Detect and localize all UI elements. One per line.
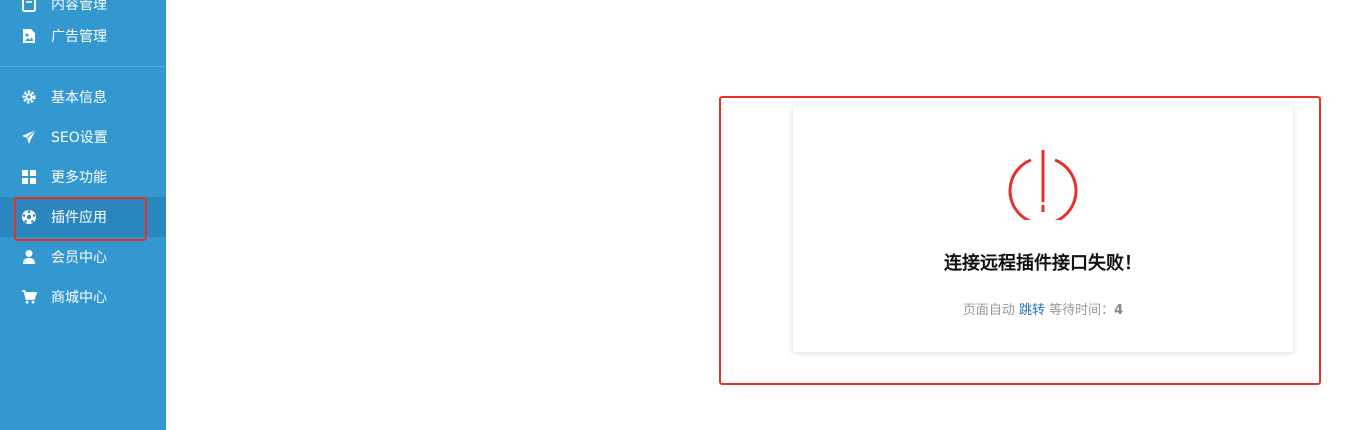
redirect-info: 页面自动 跳转 等待时间：4 — [793, 299, 1293, 318]
gear-icon — [20, 88, 38, 106]
sidebar-item-more[interactable]: 更多功能 — [0, 157, 166, 197]
sidebar-item-label: 会员中心 — [51, 250, 107, 266]
sidebar-item-label: 基本信息 — [51, 90, 107, 106]
sidebar-highlight-box — [14, 197, 147, 241]
sidebar-divider — [0, 66, 166, 67]
document-icon — [20, 0, 38, 13]
wait-label: 等待时间： — [1049, 303, 1115, 318]
redirect-prefix: 页面自动 — [962, 303, 1015, 318]
power-alert-icon — [1008, 150, 1078, 220]
cart-icon — [20, 288, 38, 306]
error-card: 连接远程插件接口失败！ 页面自动 跳转 等待时间：4 — [793, 106, 1293, 352]
sidebar-item-members[interactable]: 会员中心 — [0, 237, 166, 277]
redirect-link[interactable]: 跳转 — [1019, 303, 1045, 318]
sidebar-item-label: 内容管理 — [51, 0, 107, 13]
paper-plane-icon — [20, 128, 38, 146]
sidebar-item-ads[interactable]: 广告管理 — [0, 16, 166, 56]
sidebar-item-seo[interactable]: SEO设置 — [0, 117, 166, 157]
sidebar-item-label: 更多功能 — [51, 170, 107, 186]
grid-icon — [20, 168, 38, 186]
sidebar-item-label: 广告管理 — [51, 29, 107, 45]
sidebar-item-label: 商城中心 — [51, 290, 107, 306]
error-message: 连接远程插件接口失败！ — [944, 253, 1142, 274]
sidebar-item-shop[interactable]: 商城中心 — [0, 277, 166, 317]
countdown-value: 4 — [1114, 303, 1124, 318]
user-icon — [20, 248, 38, 266]
sidebar-item-basic-info[interactable]: 基本信息 — [0, 77, 166, 117]
sidebar-item-label: SEO设置 — [51, 130, 108, 146]
image-file-icon — [20, 27, 38, 45]
